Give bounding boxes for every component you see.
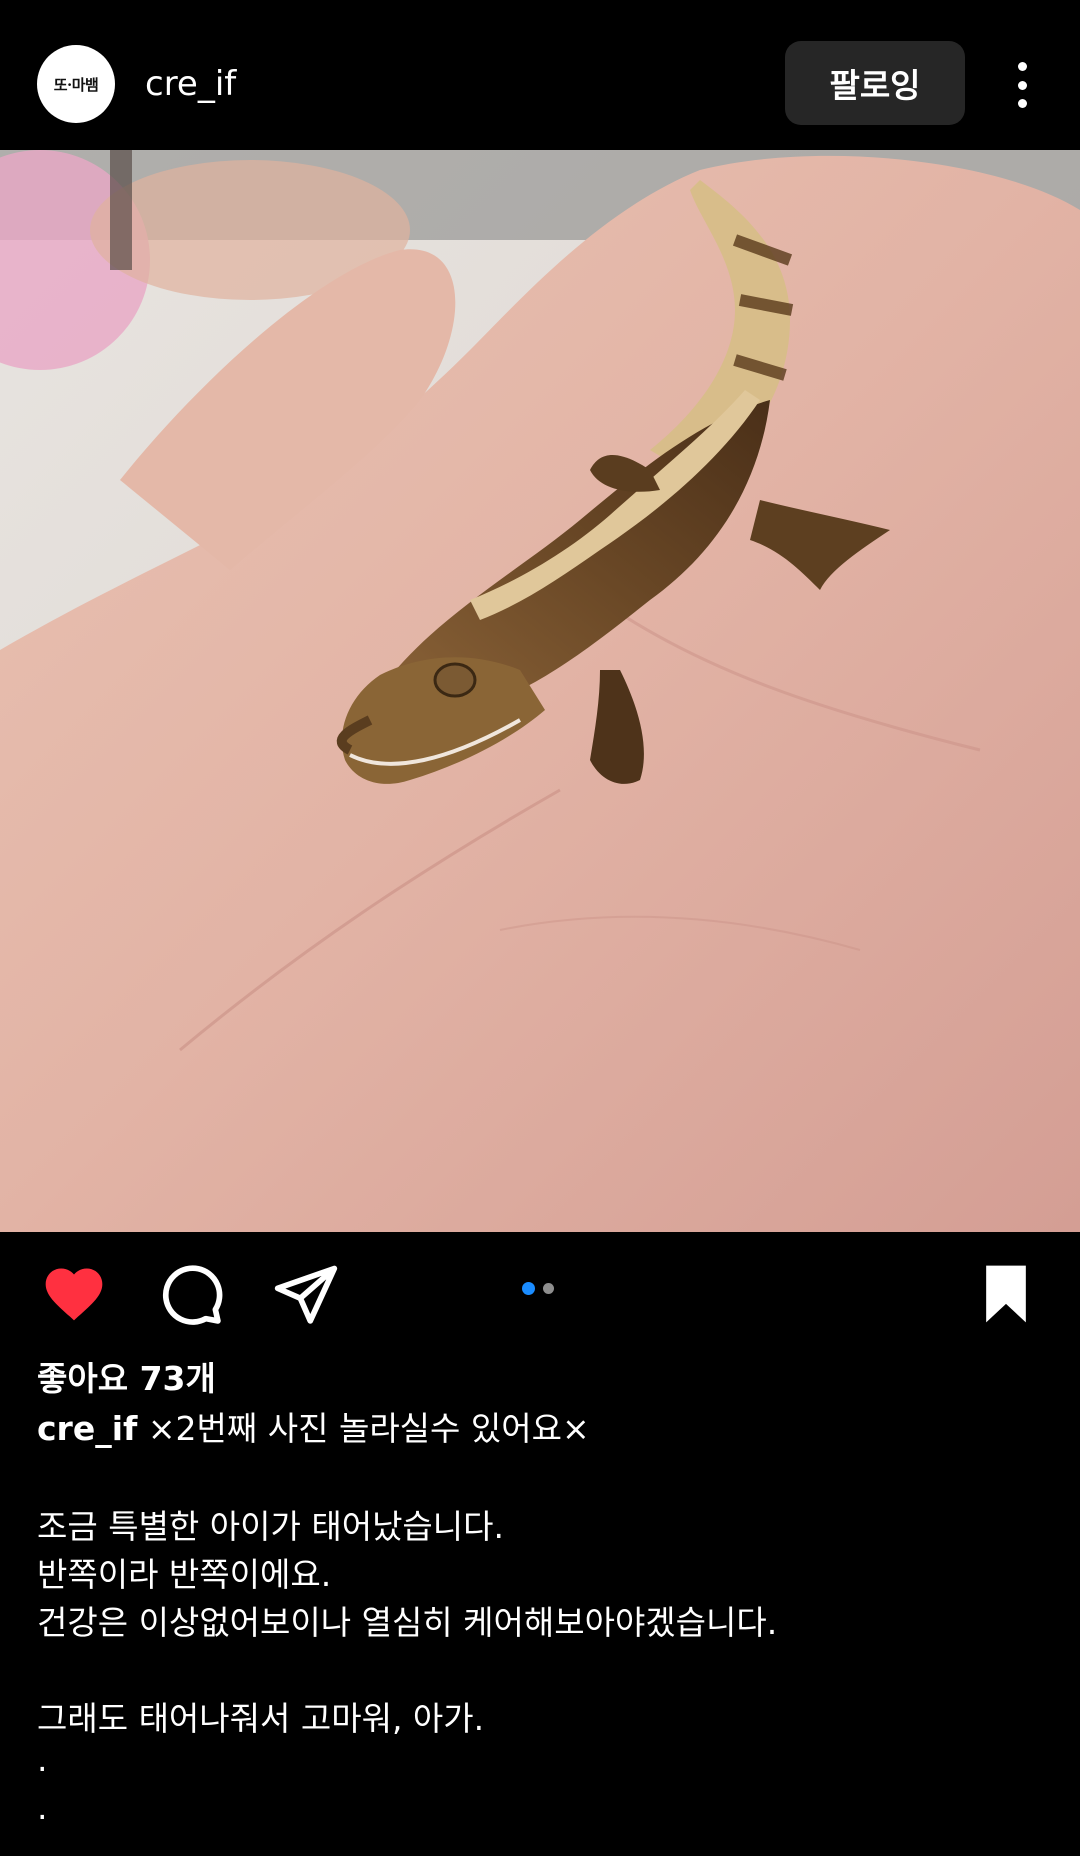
following-button[interactable]: 팔로잉 xyxy=(785,41,965,125)
post-header: 또·마뱀 cre_if 팔로잉 xyxy=(0,0,1080,150)
username[interactable]: cre_if xyxy=(145,64,236,104)
caption-line: 반쪽이라 반쪽이에요. xyxy=(37,1555,332,1594)
more-options-icon[interactable] xyxy=(1010,62,1034,108)
caption-first-line: cre_if ×2번째 사진 놀라실수 있어요× xyxy=(37,1405,1047,1453)
caption-line: 건강은 이상없어보이나 열심히 케어해보아야겠습니다. xyxy=(37,1603,778,1642)
heart-icon[interactable] xyxy=(40,1260,108,1328)
caption-line: . xyxy=(37,1740,48,1779)
post-image[interactable] xyxy=(0,150,1080,1232)
comment-icon[interactable] xyxy=(157,1260,225,1328)
carousel-indicator xyxy=(522,1282,554,1295)
carousel-dot-active xyxy=(522,1282,535,1295)
bookmark-icon[interactable] xyxy=(972,1260,1040,1328)
caption-line: 조금 특별한 아이가 태어났습니다. xyxy=(37,1507,504,1546)
action-bar xyxy=(0,1232,1080,1362)
share-icon[interactable] xyxy=(272,1260,340,1328)
carousel-dot xyxy=(543,1283,554,1294)
likes-count[interactable]: 좋아요 73개 xyxy=(37,1352,216,1400)
caption-line: 그래도 태어나줘서 고마워, 아가. xyxy=(37,1699,485,1738)
avatar[interactable]: 또·마뱀 xyxy=(37,45,115,123)
caption-text: ×2번째 사진 놀라실수 있어요× xyxy=(147,1409,590,1448)
caption-username[interactable]: cre_if xyxy=(37,1409,137,1448)
caption-line: . xyxy=(37,1788,48,1827)
